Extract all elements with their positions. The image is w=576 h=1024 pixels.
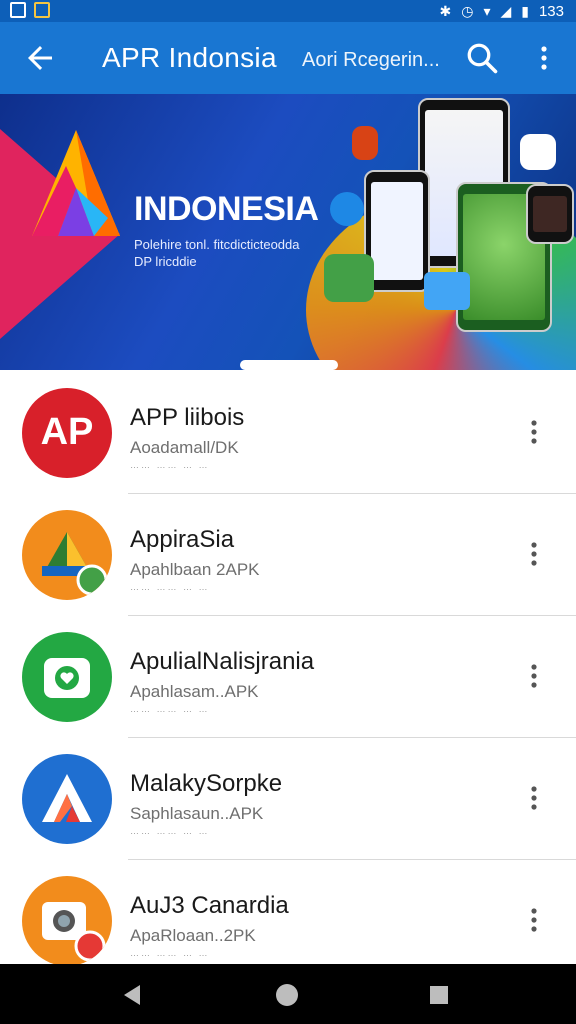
app-name: AppiraSia: [130, 526, 235, 553]
app-subtitle: Saphlasaun..APK: [130, 804, 264, 823]
bluetooth-icon: ✱: [439, 3, 452, 19]
a-letter-logo-icon: [22, 754, 112, 844]
clock-icon: ◷: [461, 3, 474, 19]
system-nav-bar: [0, 964, 576, 1024]
image-icon: [10, 2, 26, 18]
back-arrow-icon[interactable]: [22, 40, 58, 76]
app-icon-decoration: [520, 134, 556, 170]
app-bar-subtitle[interactable]: Aori Rcegerin...: [302, 49, 440, 72]
system-icons: ✱ ◷ ▾ ◢ ▮ 133: [439, 1, 564, 21]
banner-tagline-line1: Polehire tonl. fitcdicticteodda: [134, 237, 300, 252]
banner-tagline-line2: DP lricddie: [134, 254, 197, 269]
tablet-mockup: [526, 184, 574, 244]
more-vert-icon[interactable]: [522, 414, 546, 450]
app-meta: …… …… … …: [130, 582, 210, 592]
app-icon-decoration: [424, 272, 470, 310]
status-bar: ✱ ◷ ▾ ◢ ▮ 133: [0, 0, 576, 22]
app-name: MalakySorpke: [130, 770, 283, 797]
app-meta: …… …… … …: [130, 948, 210, 958]
list-item[interactable]: AP APP liibois Aoadamall/DK …… …… … …: [0, 372, 576, 494]
app-icon-decoration: [330, 192, 364, 226]
more-vert-icon[interactable]: [522, 780, 546, 816]
nav-home-icon[interactable]: [274, 982, 300, 1008]
banner-tagline: Polehire tonl. fitcdicticteodda DP lricd…: [134, 236, 299, 270]
banner-headline: INDONESIA: [134, 190, 319, 228]
nav-recents-icon[interactable]: [426, 982, 452, 1008]
list-item[interactable]: ApulialNalisjrania Apahlasam..APK …… …… …: [0, 616, 576, 738]
app-subtitle: Apahlasam..APK: [130, 682, 259, 701]
camera-heart-icon: [22, 632, 112, 722]
notification-icons: [10, 2, 50, 18]
clock-time: 133: [538, 2, 564, 20]
app-name: AuJ3 Canardia: [130, 892, 289, 919]
nav-back-icon[interactable]: [120, 982, 146, 1008]
promo-banner[interactable]: INDONESIA Polehire tonl. fitcdicticteodd…: [0, 94, 576, 370]
app-name: APP liibois: [130, 404, 245, 431]
app-meta: …… …… … …: [130, 704, 210, 714]
list-item[interactable]: AppiraSia Apahlbaan 2APK …… …… … …: [0, 494, 576, 616]
app-icon-decoration: [324, 254, 374, 302]
more-vert-icon[interactable]: [522, 536, 546, 572]
more-vert-icon[interactable]: [522, 658, 546, 694]
ap-logo-icon: AP: [22, 388, 112, 478]
signal-icon: ◢: [500, 3, 512, 19]
app-icon-decoration: [352, 126, 378, 160]
app-meta: …… …… … …: [130, 826, 210, 836]
app-name: ApulialNalisjrania: [130, 648, 315, 675]
search-icon[interactable]: [464, 40, 500, 76]
app-subtitle: ApaRloaan..2PK: [130, 926, 256, 945]
warning-icon: [34, 2, 50, 18]
banner-pager-indicator[interactable]: [240, 360, 338, 370]
app-subtitle: Aoadamall/DK: [130, 438, 239, 457]
svg-text:AP: AP: [41, 411, 94, 453]
more-vert-icon[interactable]: [532, 40, 556, 76]
camera-icon: [22, 876, 112, 966]
battery-icon: ▮: [521, 3, 529, 19]
triangle-logo-icon: [22, 510, 112, 600]
app-bar: APR Indonsia Aori Rcegerin...: [0, 22, 576, 94]
list-item[interactable]: MalakySorpke Saphlasaun..APK …… …… … …: [0, 738, 576, 860]
app-bar-title: APR Indonsia: [102, 42, 277, 73]
app-meta: …… …… … …: [130, 460, 210, 470]
indonesia-logo-icon: [32, 130, 120, 236]
wifi-icon: ▾: [483, 3, 491, 19]
app-subtitle: Apahlbaan 2APK: [130, 560, 260, 579]
more-vert-icon[interactable]: [522, 902, 546, 938]
